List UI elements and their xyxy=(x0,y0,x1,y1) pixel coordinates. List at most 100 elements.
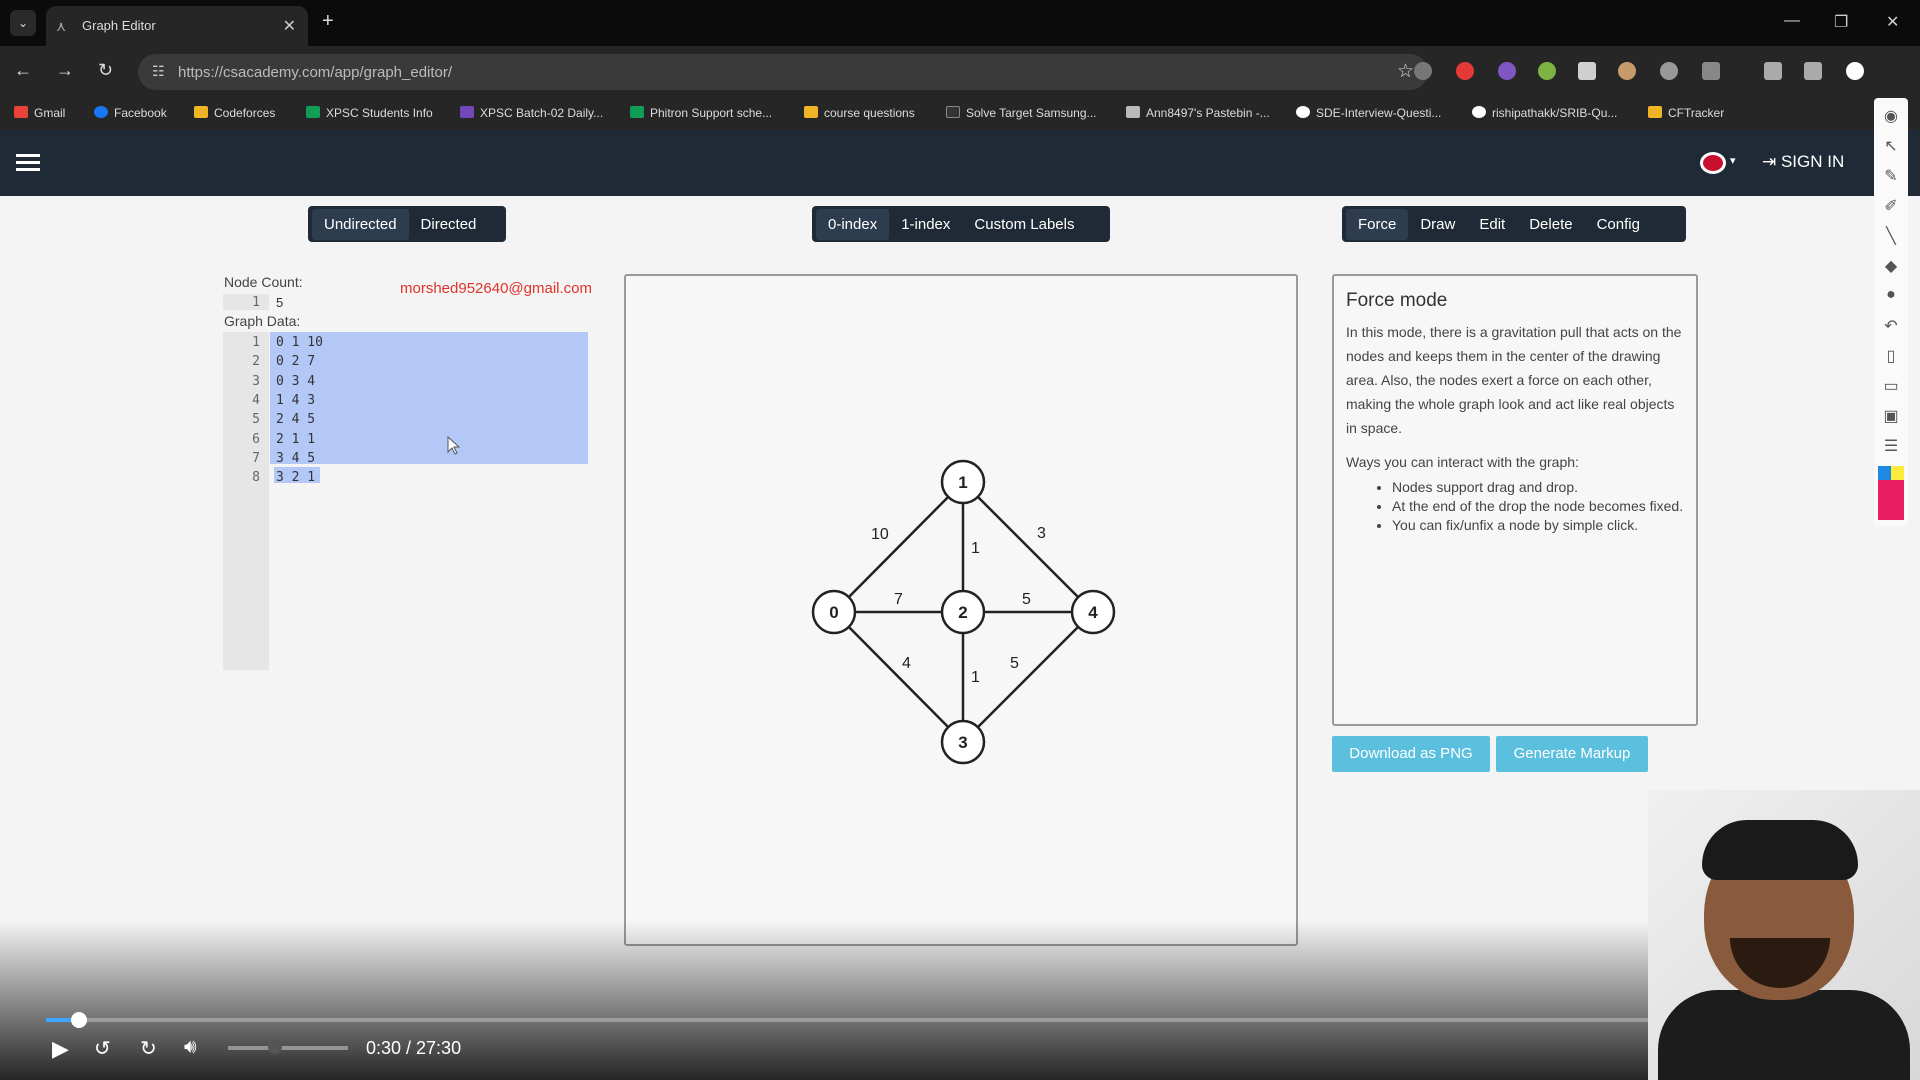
download-icon[interactable] xyxy=(1764,62,1782,80)
custom-labels-button[interactable]: Custom Labels xyxy=(962,209,1086,240)
bookmark-xpsc-students[interactable]: XPSC Students Info xyxy=(306,106,433,120)
zero-index-button[interactable]: 0-index xyxy=(816,208,890,240)
whiteboard-icon[interactable]: ▭ xyxy=(1881,376,1901,396)
video-scrubber-handle[interactable] xyxy=(71,1012,87,1028)
bookmark-cftracker[interactable]: CFTracker xyxy=(1648,106,1724,120)
chart-icon xyxy=(1648,106,1662,118)
tab-title: Graph Editor xyxy=(82,18,156,33)
play-icon[interactable]: ▶ xyxy=(52,1036,69,1062)
puzzle-extensions-icon[interactable] xyxy=(1702,62,1720,80)
extension-icon[interactable] xyxy=(1538,62,1556,80)
close-tab-icon[interactable]: ✕ xyxy=(283,16,296,36)
extension-icon[interactable] xyxy=(1498,62,1516,80)
code-line: 3 4 5 xyxy=(276,451,316,466)
config-mode-button[interactable]: Config xyxy=(1585,209,1652,240)
eye-icon[interactable]: ◉ xyxy=(1881,106,1901,126)
menu-icon[interactable] xyxy=(16,154,40,172)
screenshot-icon[interactable]: ▣ xyxy=(1881,406,1901,426)
sign-in-button[interactable]: ⇥ SIGN IN xyxy=(1762,152,1844,172)
site-settings-icon[interactable]: ☷ xyxy=(152,63,165,80)
bookmark-facebook[interactable]: Facebook xyxy=(94,106,167,120)
side-panel-icon[interactable] xyxy=(1804,62,1822,80)
screen: ⌄ ⋏ Graph Editor ✕ + — ❐ ✕ ← → ↻ ☷ https… xyxy=(0,0,1920,1080)
draw-mode-button[interactable]: Draw xyxy=(1408,209,1467,240)
bookmark-solve-target[interactable]: Solve Target Samsung... xyxy=(946,106,1097,120)
bookmark-sde-interview[interactable]: SDE-Interview-Questi... xyxy=(1296,106,1441,120)
uk-flag-icon[interactable] xyxy=(1700,152,1726,174)
node-count-input[interactable]: 5 xyxy=(276,295,283,310)
bookmark-xpsc-batch[interactable]: XPSC Batch-02 Daily... xyxy=(460,106,603,120)
forms-icon xyxy=(460,106,474,118)
color-swatch[interactable] xyxy=(1878,466,1904,480)
minimize-icon[interactable]: — xyxy=(1784,12,1800,30)
restore-icon[interactable]: ❐ xyxy=(1834,12,1848,32)
indexing-toggle: 0-index 1-index Custom Labels xyxy=(812,206,1110,242)
volume-slider-handle[interactable] xyxy=(268,1040,282,1054)
notes-icon[interactable]: ☰ xyxy=(1881,436,1901,456)
highlighter-icon[interactable]: ✐ xyxy=(1881,196,1901,216)
delete-mode-button[interactable]: Delete xyxy=(1517,209,1584,240)
extension-icon[interactable] xyxy=(1414,62,1432,80)
bookmark-srib[interactable]: rishipathakk/SRIB-Qu... xyxy=(1472,106,1617,120)
edit-mode-button[interactable]: Edit xyxy=(1467,209,1517,240)
download-png-button[interactable]: Download as PNG xyxy=(1332,736,1490,772)
volume-icon[interactable]: 🔊︎ xyxy=(184,1036,197,1059)
browser-tab[interactable]: ⋏ Graph Editor ✕ xyxy=(46,6,308,46)
edge-weight-label: 1 xyxy=(971,669,980,686)
video-progress-bar[interactable] xyxy=(46,1018,1876,1022)
line-number: 1 xyxy=(252,295,260,310)
bookmark-codeforces[interactable]: Codeforces xyxy=(194,106,275,120)
edge-0-3[interactable] xyxy=(833,611,964,743)
bookmark-phitron[interactable]: Phitron Support sche... xyxy=(630,106,772,120)
sheets-icon xyxy=(630,106,644,118)
new-tab-icon[interactable]: + xyxy=(322,10,334,33)
gmail-icon xyxy=(14,106,28,118)
edge-weight-label: 1 xyxy=(971,540,980,557)
pointer-icon[interactable]: ↖ xyxy=(1881,136,1901,156)
force-mode-button[interactable]: Force xyxy=(1346,208,1409,240)
bookmark-pastebin[interactable]: Ann8497's Pastebin -... xyxy=(1126,106,1270,120)
close-window-icon[interactable]: ✕ xyxy=(1886,12,1899,32)
edge-weight-label: 5 xyxy=(1010,655,1019,672)
trash-icon[interactable]: ▯ xyxy=(1881,346,1901,366)
extension-icon[interactable] xyxy=(1618,62,1636,80)
bookmark-star-icon[interactable]: ☆ xyxy=(1397,60,1414,83)
tab-search-icon[interactable]: ⌄ xyxy=(10,10,36,36)
back-icon[interactable]: ← xyxy=(14,60,32,81)
bookmark-course-questions[interactable]: course questions xyxy=(804,106,915,120)
chevron-down-icon[interactable]: ▾ xyxy=(1730,154,1736,167)
undirected-button[interactable]: Undirected xyxy=(312,208,409,240)
forward-10-icon[interactable]: ↻ xyxy=(140,1036,157,1061)
text-selection xyxy=(270,332,588,464)
eraser-icon[interactable]: ◆ xyxy=(1881,256,1901,276)
extension-icon[interactable] xyxy=(1456,62,1474,80)
url-input[interactable]: ☷ https://csacademy.com/app/graph_editor… xyxy=(138,54,1428,90)
profile-avatar-icon[interactable] xyxy=(1846,62,1864,80)
color-swatch[interactable] xyxy=(1878,480,1904,520)
info-bullet: Nodes support drag and drop. xyxy=(1392,478,1684,497)
info-bullet: At the end of the drop the node becomes … xyxy=(1392,497,1684,516)
chart-icon xyxy=(804,106,818,118)
browser-tab-bar: ⌄ ⋏ Graph Editor ✕ + — ❐ ✕ xyxy=(0,0,1920,46)
directed-button[interactable]: Directed xyxy=(409,209,489,240)
reload-icon[interactable]: ↻ xyxy=(98,60,113,81)
edge-weight-label: 5 xyxy=(1022,591,1031,608)
generate-markup-button[interactable]: Generate Markup xyxy=(1496,736,1648,772)
one-index-button[interactable]: 1-index xyxy=(889,209,962,240)
dot-icon[interactable]: ● xyxy=(1881,286,1901,306)
forward-icon[interactable]: → xyxy=(56,60,74,81)
code-line: 0 1 10 xyxy=(276,335,323,350)
line-icon[interactable]: ╲ xyxy=(1881,226,1901,246)
pen-icon[interactable]: ✎ xyxy=(1881,166,1901,186)
rewind-10-icon[interactable]: ↺ xyxy=(94,1036,111,1061)
volume-slider[interactable] xyxy=(228,1046,348,1050)
pen-extension-icon[interactable] xyxy=(1660,62,1678,80)
graph-canvas[interactable]: 10 3 1 7 5 4 1 5 0 1 2 3 4 xyxy=(624,274,1298,946)
undo-icon[interactable]: ↶ xyxy=(1881,316,1901,336)
bookmark-gmail[interactable]: Gmail xyxy=(14,106,65,120)
code-line: 1 4 3 xyxy=(276,393,316,408)
info-bullet: You can fix/unfix a node by simple click… xyxy=(1392,516,1684,535)
video-timecode: 0:30 / 27:30 xyxy=(366,1038,462,1058)
edge-3-4[interactable] xyxy=(962,611,1094,743)
extension-icon[interactable] xyxy=(1578,62,1596,80)
